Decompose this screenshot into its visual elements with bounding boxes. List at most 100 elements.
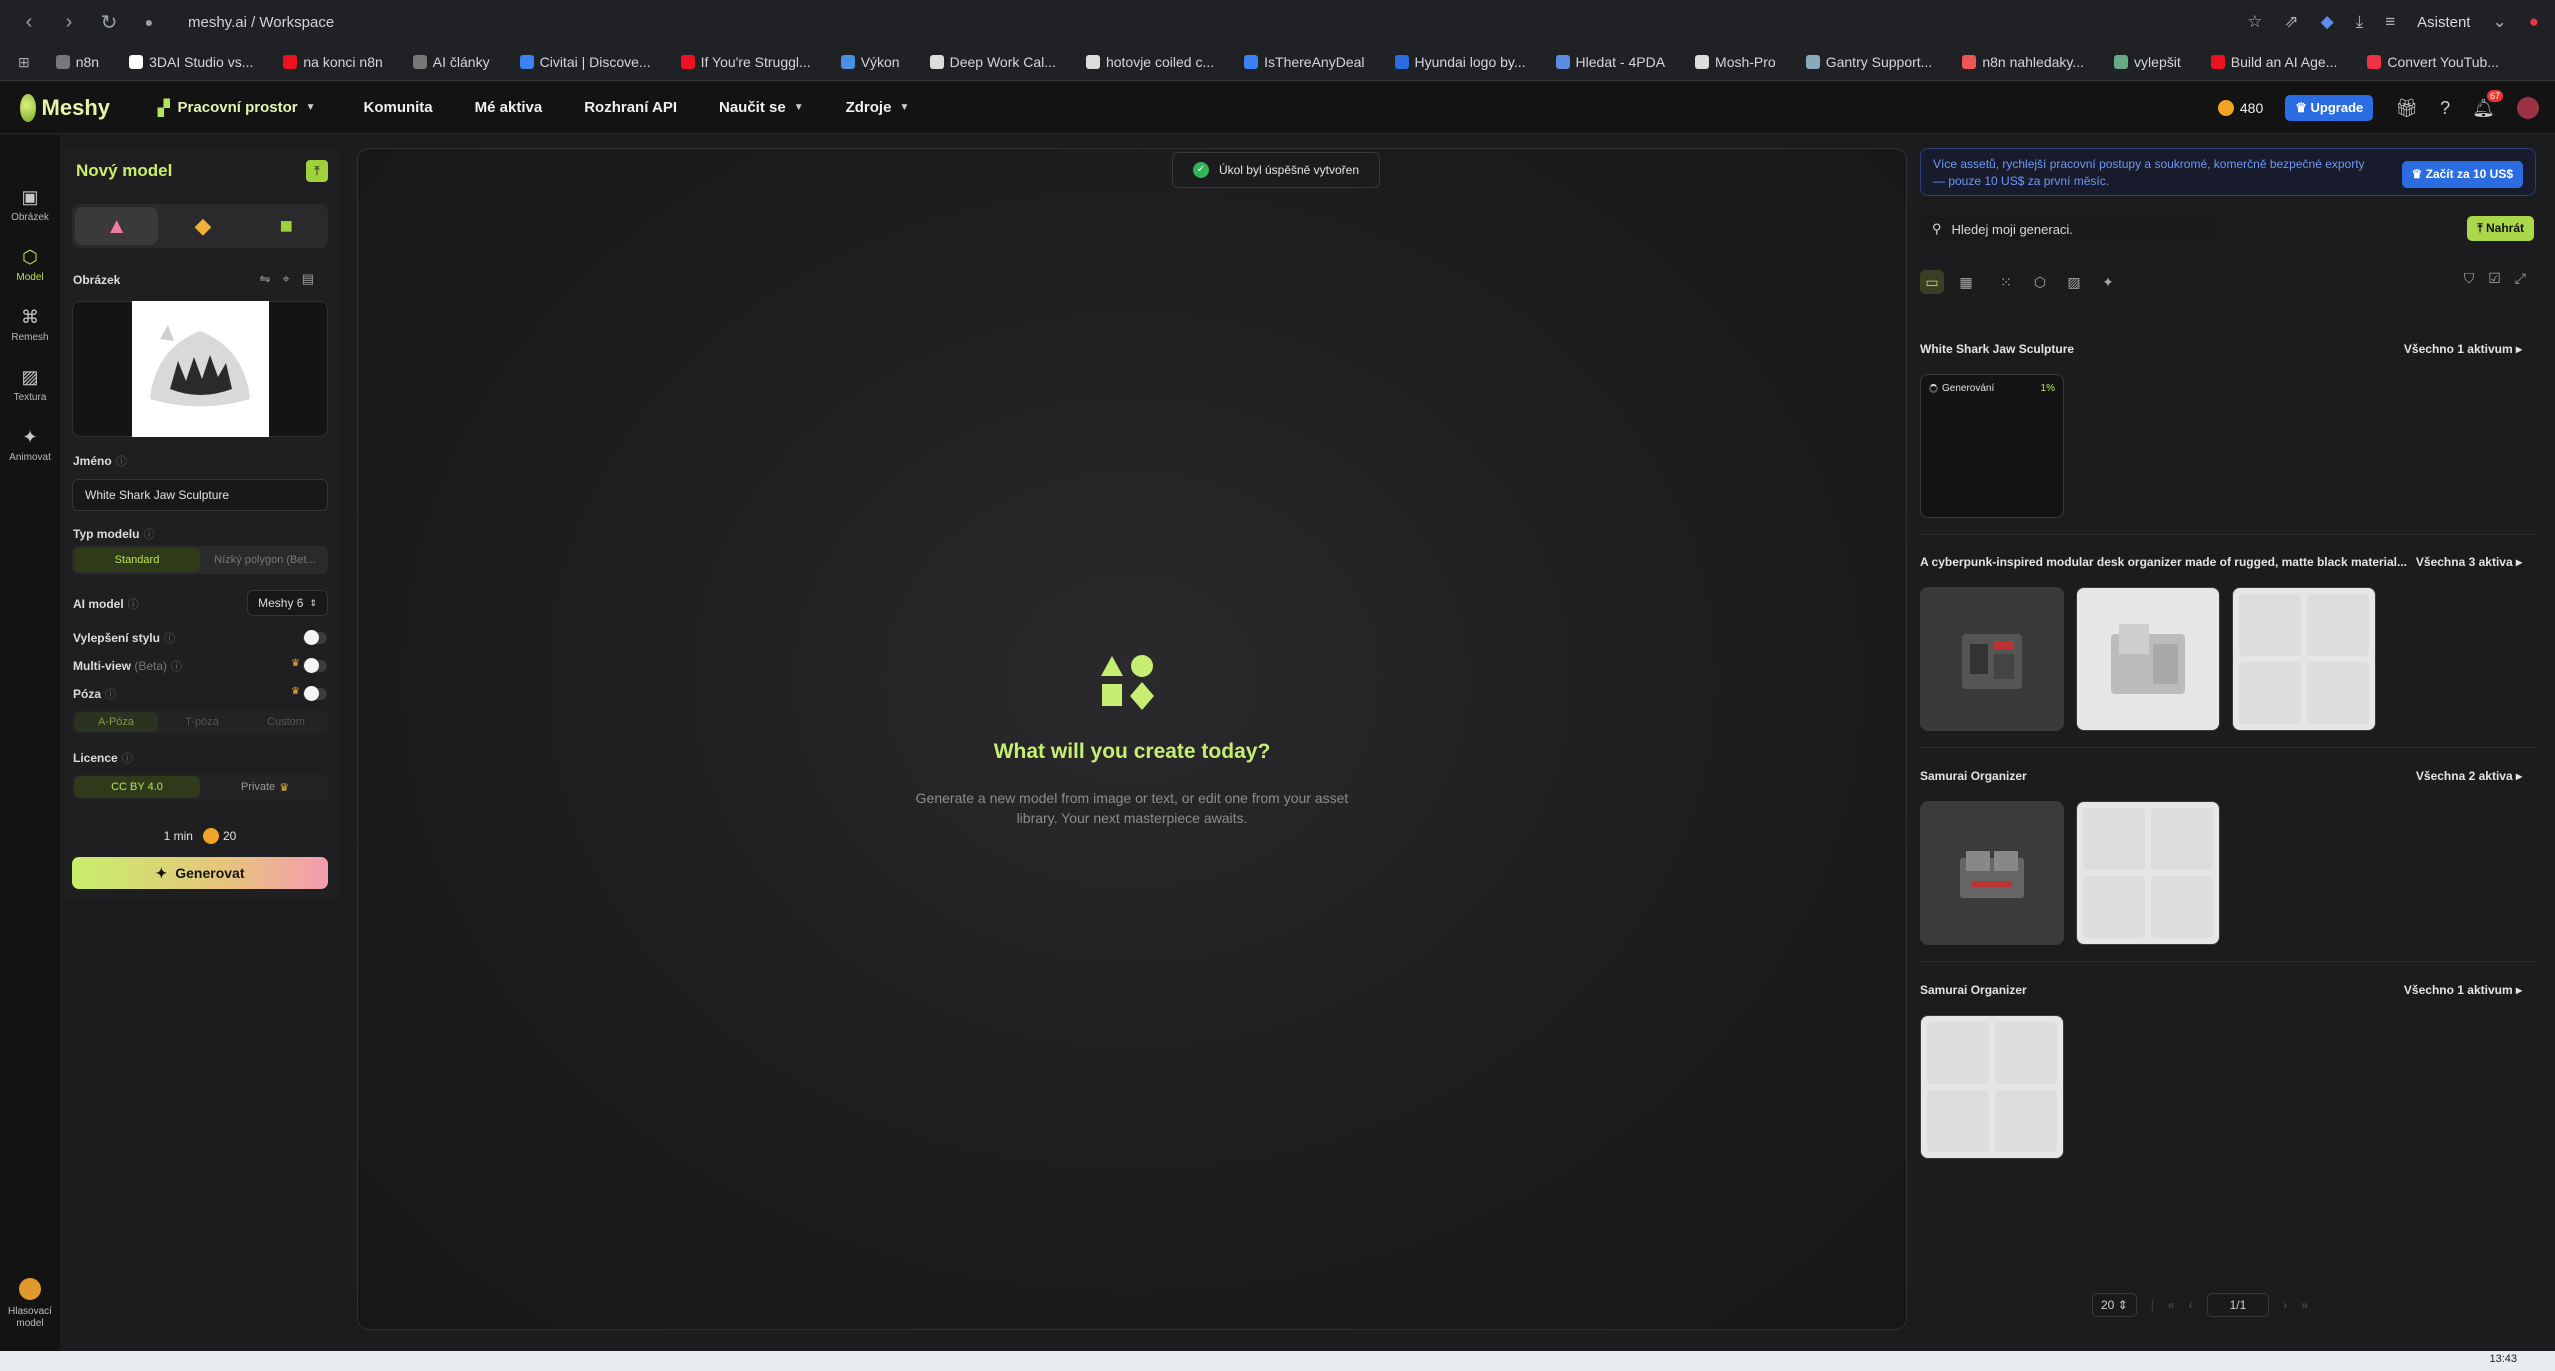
next-page-icon[interactable]: ›: [2283, 1298, 2287, 1312]
texture-filter-icon[interactable]: ▨: [2062, 270, 2086, 294]
nav-item[interactable]: Zdroje ▼: [846, 99, 910, 116]
type-low-poly[interactable]: Nízký polygon (Bet...: [202, 546, 328, 574]
view-all-link[interactable]: Všechno 1 aktivum ▸: [2404, 342, 2522, 360]
logo[interactable]: Meshy: [20, 93, 110, 122]
rail-item[interactable]: ▨ Textura: [0, 367, 60, 403]
pose-t[interactable]: T-póza: [160, 710, 244, 734]
bookmark-item[interactable]: Výkon: [840, 54, 900, 70]
grid-view-icon[interactable]: ▦: [1954, 270, 1978, 294]
model-filter-icon[interactable]: ⬡: [2028, 270, 2052, 294]
bookmark-item[interactable]: hotovje coiled c...: [1085, 54, 1214, 70]
bookmark-item[interactable]: vylepšit: [2114, 54, 2181, 70]
asset-thumbnail[interactable]: [1920, 587, 2064, 731]
page-indicator[interactable]: 1/1: [2206, 1293, 2270, 1317]
style-toggle[interactable]: [303, 630, 327, 645]
license-cc[interactable]: CC BY 4.0: [74, 776, 200, 798]
prev-page-icon[interactable]: ‹: [2189, 1298, 2193, 1312]
apps-icon[interactable]: ⊞: [18, 54, 30, 71]
voting-model-button[interactable]: Hlasovací model: [4, 1278, 56, 1330]
rail-item[interactable]: ⬡ Model: [0, 247, 60, 283]
credits-balance[interactable]: 480: [2217, 100, 2263, 116]
image-tools[interactable]: ⇋⌖▤: [260, 271, 327, 287]
dots-grid-icon[interactable]: ⁙: [1994, 270, 2018, 294]
tab-image-to-3d[interactable]: ▲: [75, 207, 159, 245]
promo-button[interactable]: ♛ Začít za 10 US$: [2401, 161, 2523, 188]
pose-a[interactable]: A-Póza: [74, 712, 158, 732]
bookmark-item[interactable]: n8n nahledaky...: [1962, 54, 2084, 70]
bookmark-item[interactable]: Mosh-Pro: [1695, 54, 1776, 70]
nav-item[interactable]: Rozhraní API: [584, 99, 677, 116]
chevron-down-icon[interactable]: ⌄: [2492, 12, 2506, 32]
ai-model-select[interactable]: Meshy 6 ⇕: [247, 590, 328, 616]
assistant-button[interactable]: Asistent: [2417, 14, 2470, 31]
pose-custom[interactable]: Custom: [244, 710, 328, 734]
bookmark-item[interactable]: AI články: [412, 54, 490, 70]
avatar[interactable]: [2517, 97, 2539, 119]
profile-icon[interactable]: ●: [2529, 12, 2539, 32]
bookmark-item[interactable]: Deep Work Cal...: [929, 54, 1056, 70]
rail-item[interactable]: ▣ Obrázek: [0, 187, 60, 223]
bookmark-item[interactable]: Build an AI Age...: [2210, 54, 2337, 70]
address-bar[interactable]: meshy.ai / Workspace: [188, 14, 334, 31]
asset-thumbnail[interactable]: [1920, 801, 2064, 945]
nav-item[interactable]: Naučit se ▼: [719, 99, 804, 116]
asset-thumbnail[interactable]: [2076, 587, 2220, 731]
bookmark-item[interactable]: Convert YouTub...: [2367, 54, 2499, 70]
tab-multi-image[interactable]: ◆: [161, 204, 244, 248]
bookmark-item[interactable]: Hyundai logo by...: [1394, 54, 1526, 70]
expand-icon[interactable]: ⤢: [2515, 270, 2526, 287]
animation-filter-icon[interactable]: ✦: [2096, 270, 2120, 294]
first-page-icon[interactable]: «: [2168, 1298, 2175, 1312]
asset-thumbnail[interactable]: [1920, 1015, 2064, 1159]
view-all-link[interactable]: Všechna 2 aktiva ▸: [2416, 769, 2522, 787]
rail-item[interactable]: ⌘ Remesh: [0, 307, 60, 343]
nav-item[interactable]: ▞ Pracovní prostor ▼: [158, 99, 315, 117]
asset-thumbnail[interactable]: [2232, 587, 2376, 731]
help-icon[interactable]: ?: [2440, 98, 2450, 119]
license-private[interactable]: Private ♛: [202, 774, 328, 800]
view-all-link[interactable]: Všechna 3 aktiva ▸: [2416, 555, 2522, 573]
export-icon[interactable]: ⤒: [306, 160, 328, 182]
mic-icon[interactable]: ●: [136, 9, 162, 35]
rail-item[interactable]: ✦ Animovat: [0, 427, 60, 463]
multiview-toggle[interactable]: [303, 658, 327, 673]
search-input[interactable]: ⚲ Hledej moji generaci.: [1920, 214, 2220, 244]
bookmark-item[interactable]: Hledat - 4PDA: [1555, 54, 1665, 70]
bookmark-item[interactable]: If You're Struggl...: [680, 54, 811, 70]
nav-item[interactable]: Mé aktiva: [475, 99, 543, 116]
bookmark-item[interactable]: Gantry Support...: [1805, 54, 1932, 70]
bookmark-item[interactable]: n8n: [55, 54, 99, 70]
nav-item[interactable]: Komunita: [363, 99, 432, 116]
menu-icon[interactable]: ≡: [2385, 12, 2395, 32]
upload-button[interactable]: ⤒ Nahrát: [2467, 216, 2534, 241]
workspace-canvas[interactable]: [357, 148, 1907, 1330]
filter-icon[interactable]: ⛉: [2464, 270, 2475, 287]
shield-icon[interactable]: ◆: [2321, 12, 2334, 32]
reload-icon[interactable]: ↻: [96, 9, 122, 35]
image-dropzone[interactable]: [72, 301, 328, 437]
gift-icon[interactable]: 🎁︎: [2395, 98, 2418, 119]
pose-toggle[interactable]: [303, 686, 327, 701]
page-size-select[interactable]: 20 ⇕: [2092, 1293, 2137, 1317]
type-standard[interactable]: Standard: [74, 548, 200, 572]
bell-icon[interactable]: 🔔︎ 67: [2472, 89, 2503, 119]
view-all-link[interactable]: Všechno 1 aktivum ▸: [2404, 983, 2522, 1001]
download-icon[interactable]: ⤓: [2356, 12, 2364, 32]
star-icon[interactable]: ☆: [2247, 12, 2262, 32]
forward-icon[interactable]: ›: [56, 9, 82, 35]
folder-view-icon[interactable]: ▭: [1920, 270, 1944, 294]
tab-text-to-3d[interactable]: ■: [245, 204, 328, 248]
bookmark-item[interactable]: na konci n8n: [283, 54, 383, 70]
generating-card[interactable]: Generování 1%: [1920, 374, 2064, 518]
name-field[interactable]: White Shark Jaw Sculpture: [72, 479, 328, 511]
generate-button[interactable]: ✦ Generovat: [72, 857, 328, 889]
bookmark-item[interactable]: Civitai | Discove...: [519, 54, 651, 70]
last-page-icon[interactable]: »: [2301, 1298, 2308, 1312]
select-icon[interactable]: ☑: [2488, 270, 2501, 287]
bookmark-item[interactable]: IsThereAnyDeal: [1244, 54, 1365, 70]
bookmark-item[interactable]: 3DAI Studio vs...: [129, 54, 253, 70]
share-icon[interactable]: ⇗: [2284, 12, 2298, 32]
back-icon[interactable]: ‹: [16, 9, 42, 35]
asset-thumbnail[interactable]: [2076, 801, 2220, 945]
upgrade-button[interactable]: ♛ Upgrade: [2285, 95, 2374, 121]
